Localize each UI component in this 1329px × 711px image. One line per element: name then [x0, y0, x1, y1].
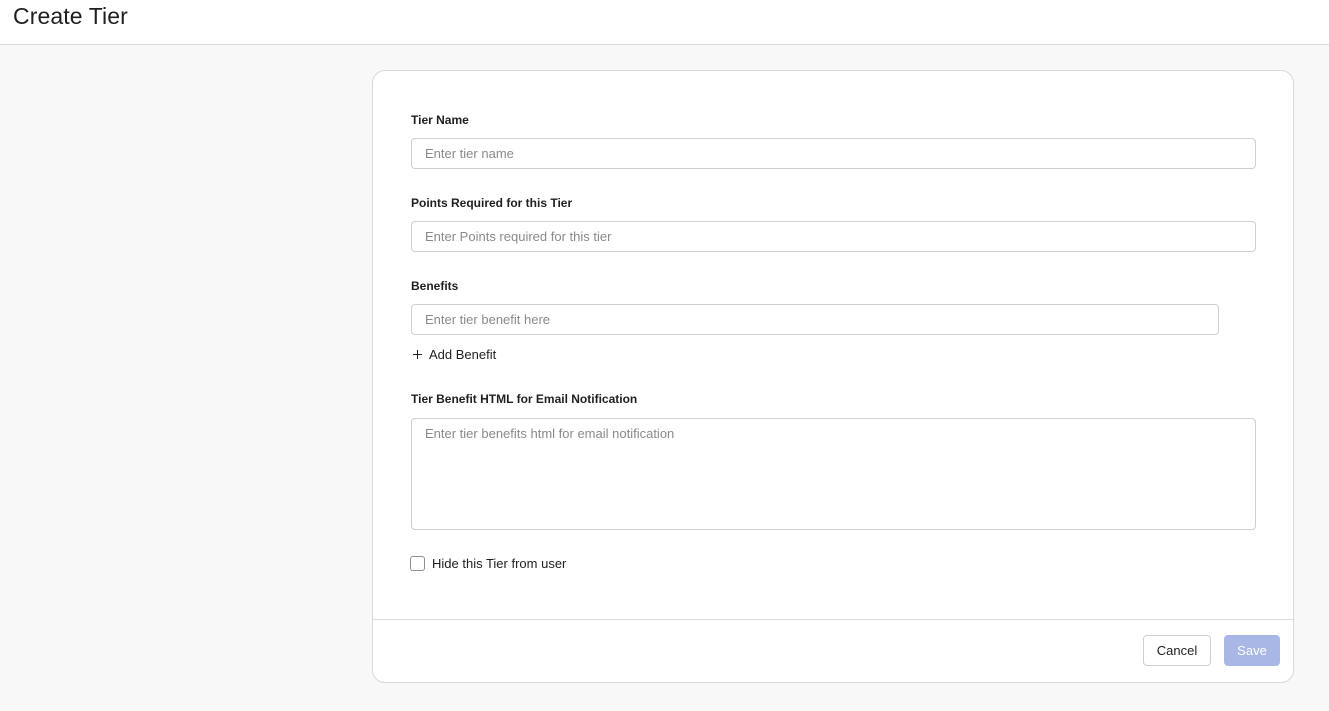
- add-benefit-label: Add Benefit: [429, 347, 497, 362]
- top-bar: Create Tier: [0, 0, 1329, 45]
- create-tier-form: Tier Name Points Required for this Tier …: [372, 70, 1294, 683]
- cancel-button[interactable]: Cancel: [1143, 635, 1211, 666]
- tier-name-label: Tier Name: [411, 113, 469, 127]
- tier-name-input[interactable]: [411, 138, 1256, 169]
- hide-tier-label[interactable]: Hide this Tier from user: [432, 556, 566, 571]
- hide-tier-row: Hide this Tier from user: [410, 556, 566, 571]
- save-button[interactable]: Save: [1224, 635, 1280, 666]
- page-title: Create Tier: [13, 3, 128, 29]
- footer-divider: [373, 619, 1293, 620]
- points-required-input[interactable]: [411, 221, 1256, 252]
- add-benefit-button[interactable]: Add Benefit: [411, 347, 496, 362]
- email-html-textarea[interactable]: [411, 418, 1256, 530]
- hide-tier-checkbox[interactable]: [410, 556, 425, 571]
- benefit-input[interactable]: [411, 304, 1219, 335]
- plus-icon: [411, 348, 424, 361]
- benefits-label: Benefits: [411, 279, 459, 293]
- email-html-label: Tier Benefit HTML for Email Notification: [411, 392, 638, 406]
- points-required-label: Points Required for this Tier: [411, 196, 573, 210]
